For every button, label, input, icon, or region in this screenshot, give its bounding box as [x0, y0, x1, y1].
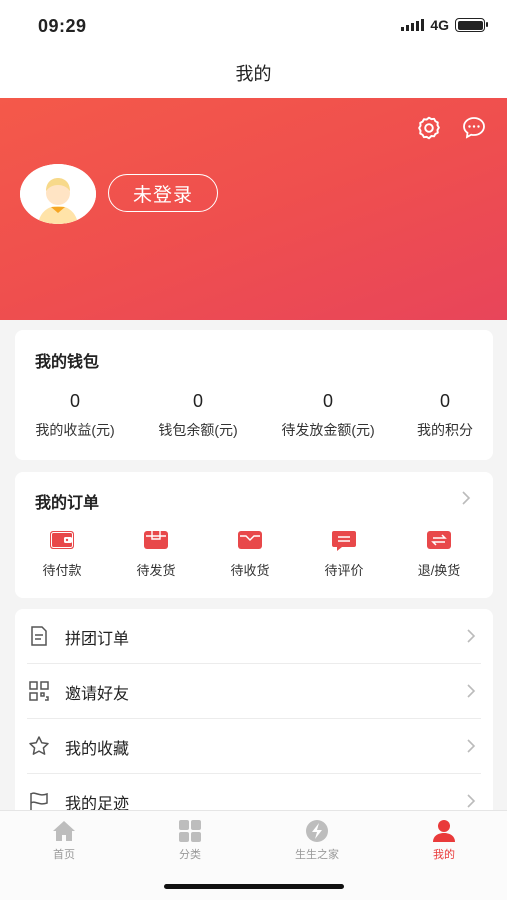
- wallet-value: 0: [192, 391, 203, 411]
- orders-title[interactable]: 我的订单: [35, 489, 99, 513]
- order-pending-review[interactable]: 待评价: [304, 528, 384, 579]
- avatar-image: [20, 164, 96, 224]
- chat-bubble-icon[interactable]: [461, 115, 487, 141]
- page-title: 我的: [235, 64, 272, 84]
- order-pending-receipt[interactable]: 待收货: [210, 528, 290, 579]
- wallet-title: 我的钱包: [35, 354, 100, 371]
- order-label: 待付款: [42, 563, 82, 578]
- tab-label: 我的: [433, 849, 455, 861]
- flag-icon: [30, 792, 48, 811]
- inbox-icon: [238, 531, 262, 549]
- chevron-right-icon: [467, 794, 476, 808]
- chevron-right-icon: [467, 684, 476, 698]
- comment-icon: [332, 531, 356, 551]
- document-icon: [31, 626, 47, 646]
- tab-community[interactable]: 生生之家: [267, 819, 367, 862]
- order-pending-shipment[interactable]: 待发货: [116, 528, 196, 579]
- wallet-icon: [50, 531, 74, 549]
- menu-label: 我的收藏: [65, 741, 130, 758]
- gear-icon[interactable]: [416, 115, 442, 141]
- wallet-label: 我的积分: [417, 422, 473, 438]
- wallet-value: 0: [69, 391, 80, 411]
- status-bar: 09:29 4G: [0, 0, 507, 54]
- chevron-right-icon: [467, 739, 476, 753]
- home-indicator: [164, 884, 344, 889]
- qr-code-icon: [29, 681, 49, 701]
- wallet-label: 钱包余额(元): [158, 422, 238, 438]
- exchange-icon: [427, 531, 451, 549]
- battery-icon: [455, 18, 488, 32]
- order-label: 待发货: [136, 563, 176, 578]
- chevron-right-icon[interactable]: [457, 488, 475, 508]
- login-button[interactable]: 未登录: [108, 174, 218, 212]
- home-icon: [53, 821, 75, 841]
- wallet-points[interactable]: 0 我的积分: [385, 390, 505, 440]
- wallet-pending[interactable]: 0 待发放金额(元): [268, 390, 388, 440]
- tab-label: 分类: [179, 849, 201, 861]
- signal-icon: [401, 19, 425, 31]
- wallet-value: 0: [322, 391, 333, 411]
- order-pending-payment[interactable]: 待付款: [22, 528, 102, 579]
- grid-icon: [179, 820, 201, 842]
- wallet-earnings[interactable]: 0 我的收益(元): [15, 390, 135, 440]
- package-icon: [144, 531, 168, 549]
- chevron-right-icon: [467, 629, 476, 643]
- star-icon: [29, 736, 49, 755]
- menu-card: 拼团订单 邀请好友 我的收藏 我的足迹: [15, 609, 493, 839]
- menu-label: 拼团订单: [65, 631, 130, 648]
- tab-label: 首页: [53, 849, 75, 861]
- tab-mine[interactable]: 我的: [394, 819, 494, 862]
- menu-item-group-orders[interactable]: 拼团订单: [27, 609, 481, 664]
- menu-item-invite-friends[interactable]: 邀请好友: [27, 664, 481, 719]
- menu-item-favorites[interactable]: 我的收藏: [27, 719, 481, 774]
- tab-category[interactable]: 分类: [140, 819, 240, 862]
- wallet-card: 我的钱包 0 我的收益(元) 0 钱包余额(元) 0 待发放金额(元) 0 我的…: [15, 330, 493, 460]
- orders-card: 我的订单 待付款 待发货 待收货 待评价 退/换货: [15, 472, 493, 598]
- order-label: 待收货: [230, 563, 270, 578]
- user-icon: [433, 820, 455, 842]
- network-type: 4G: [430, 17, 449, 33]
- wallet-label: 待发放金额(元): [281, 422, 375, 438]
- tab-label: 生生之家: [295, 849, 339, 861]
- status-indicators: 4G: [401, 17, 488, 33]
- wallet-label: 我的收益(元): [35, 422, 115, 438]
- nav-bar: 我的: [0, 54, 507, 98]
- order-label: 待评价: [324, 563, 364, 578]
- lightning-circle-icon: [306, 820, 328, 842]
- profile-header: 未登录: [0, 98, 507, 320]
- wallet-balance[interactable]: 0 钱包余额(元): [138, 390, 258, 440]
- order-label: 退/换货: [417, 563, 461, 578]
- tab-home[interactable]: 首页: [14, 819, 114, 862]
- status-time: 09:29: [38, 16, 87, 36]
- order-return-exchange[interactable]: 退/换货: [399, 528, 479, 579]
- wallet-value: 0: [439, 391, 450, 411]
- avatar[interactable]: [20, 164, 96, 224]
- menu-label: 邀请好友: [65, 686, 130, 703]
